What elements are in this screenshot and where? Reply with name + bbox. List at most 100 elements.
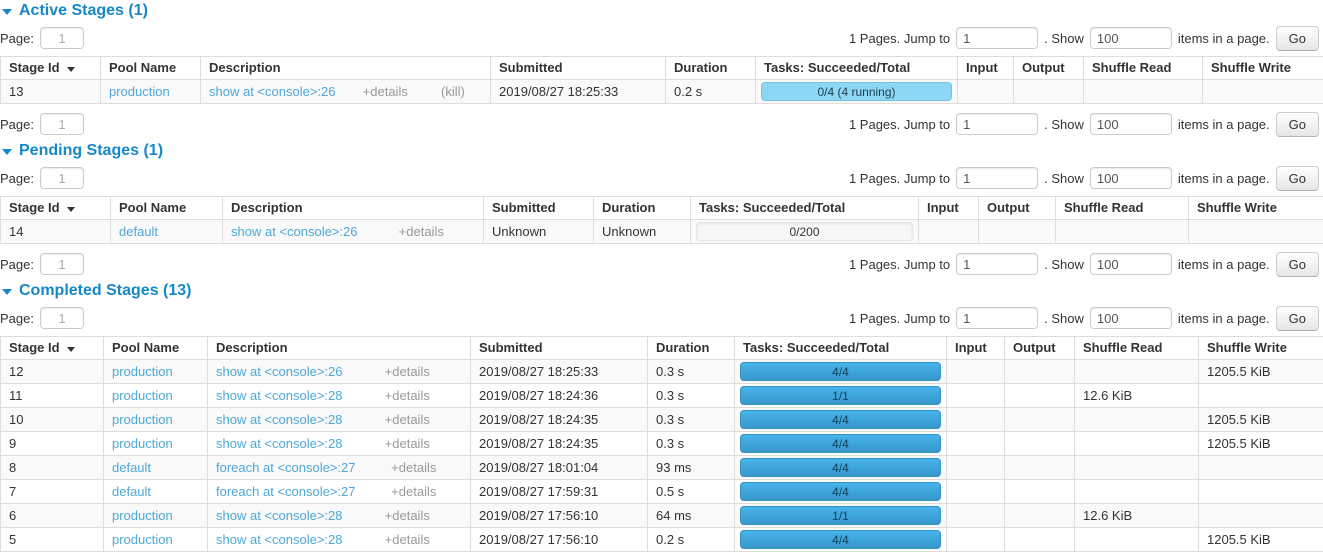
shuffle-read-cell bbox=[1075, 360, 1199, 384]
column-header-tasks[interactable]: Tasks: Succeeded/Total bbox=[735, 337, 947, 360]
description-cell: show at <console>:28 +details bbox=[208, 384, 471, 408]
shuffle-write-cell bbox=[1199, 504, 1323, 528]
details-toggle-link[interactable]: +details bbox=[391, 485, 462, 499]
column-header-stage_id[interactable]: Stage Id bbox=[1, 57, 101, 80]
go-button[interactable]: Go bbox=[1276, 252, 1319, 277]
column-header-submitted[interactable]: Submitted bbox=[471, 337, 648, 360]
description-link[interactable]: show at <console>:28 bbox=[216, 389, 375, 403]
jump-to-page-input[interactable] bbox=[956, 253, 1038, 275]
details-toggle-link[interactable]: +details bbox=[385, 533, 462, 547]
kill-link[interactable]: (kill) bbox=[441, 85, 482, 99]
tasks-progress-cell: 4/4 bbox=[735, 408, 947, 432]
column-header-stage_id[interactable]: Stage Id bbox=[1, 337, 104, 360]
go-button[interactable]: Go bbox=[1276, 166, 1319, 191]
description-link[interactable]: show at <console>:26 bbox=[231, 225, 389, 239]
section-title-active[interactable]: Active Stages (1) bbox=[2, 2, 1323, 19]
description-link[interactable]: show at <console>:28 bbox=[216, 533, 375, 547]
column-header-input[interactable]: Input bbox=[958, 57, 1014, 80]
pool-name-link[interactable]: default bbox=[112, 484, 151, 499]
jump-to-page-input[interactable] bbox=[956, 113, 1038, 135]
description-link[interactable]: show at <console>:28 bbox=[216, 413, 375, 427]
column-header-description[interactable]: Description bbox=[208, 337, 471, 360]
jump-to-page-input[interactable] bbox=[956, 27, 1038, 49]
items-per-page-input[interactable] bbox=[1090, 307, 1172, 329]
column-header-duration[interactable]: Duration bbox=[594, 197, 691, 220]
details-toggle-link[interactable]: +details bbox=[385, 389, 462, 403]
column-header-shuffle_write[interactable]: Shuffle Write bbox=[1199, 337, 1323, 360]
section-title-completed[interactable]: Completed Stages (13) bbox=[2, 282, 1323, 299]
description-link[interactable]: show at <console>:28 bbox=[216, 437, 375, 451]
column-header-output[interactable]: Output bbox=[1005, 337, 1075, 360]
details-toggle-link[interactable]: +details bbox=[385, 437, 462, 451]
column-header-shuffle_read[interactable]: Shuffle Read bbox=[1075, 337, 1199, 360]
column-header-shuffle_read[interactable]: Shuffle Read bbox=[1056, 197, 1189, 220]
jump-to-page-input[interactable] bbox=[956, 167, 1038, 189]
pool-name-link[interactable]: production bbox=[112, 532, 173, 547]
details-toggle-link[interactable]: +details bbox=[391, 461, 462, 475]
column-header-pool[interactable]: Pool Name bbox=[111, 197, 223, 220]
duration-cell: 0.3 s bbox=[648, 384, 735, 408]
column-header-tasks[interactable]: Tasks: Succeeded/Total bbox=[691, 197, 919, 220]
column-header-duration[interactable]: Duration bbox=[666, 57, 756, 80]
column-header-shuffle_write[interactable]: Shuffle Write bbox=[1189, 197, 1323, 220]
pool-name-link[interactable]: production bbox=[112, 508, 173, 523]
pool-name-link[interactable]: production bbox=[112, 436, 173, 451]
column-header-submitted[interactable]: Submitted bbox=[491, 57, 666, 80]
column-header-submitted[interactable]: Submitted bbox=[484, 197, 594, 220]
output-cell bbox=[979, 220, 1056, 244]
tasks-progress-label: 1/1 bbox=[832, 389, 849, 403]
description-link[interactable]: show at <console>:26 bbox=[216, 365, 375, 379]
column-header-input[interactable]: Input bbox=[947, 337, 1005, 360]
stage-row: 6productionshow at <console>:28+details2… bbox=[1, 504, 1323, 528]
column-header-stage_id[interactable]: Stage Id bbox=[1, 197, 111, 220]
pool-name-link[interactable]: default bbox=[119, 224, 158, 239]
section-title-pending[interactable]: Pending Stages (1) bbox=[2, 142, 1323, 159]
details-toggle-link[interactable]: +details bbox=[385, 413, 462, 427]
items-per-page-input[interactable] bbox=[1090, 27, 1172, 49]
go-button[interactable]: Go bbox=[1276, 306, 1319, 331]
tasks-progress-bar: 0/4 (4 running) bbox=[761, 82, 952, 101]
input-cell bbox=[919, 220, 979, 244]
column-header-shuffle_write[interactable]: Shuffle Write bbox=[1203, 57, 1323, 80]
description-link[interactable]: foreach at <console>:27 bbox=[216, 461, 381, 475]
items-per-page-input[interactable] bbox=[1090, 253, 1172, 275]
page-number-input[interactable] bbox=[40, 167, 84, 189]
items-per-page-input[interactable] bbox=[1090, 167, 1172, 189]
column-header-output[interactable]: Output bbox=[1014, 57, 1084, 80]
pool-name-link[interactable]: production bbox=[112, 388, 173, 403]
pool-name-link[interactable]: default bbox=[112, 460, 151, 475]
column-header-shuffle_read[interactable]: Shuffle Read bbox=[1084, 57, 1203, 80]
items-per-page-input[interactable] bbox=[1090, 113, 1172, 135]
show-label: . Show bbox=[1044, 31, 1084, 46]
details-toggle-link[interactable]: +details bbox=[385, 509, 462, 523]
page-number-input[interactable] bbox=[40, 253, 84, 275]
description-link[interactable]: show at <console>:28 bbox=[216, 509, 375, 523]
details-toggle-link[interactable]: +details bbox=[363, 85, 425, 99]
pool-name-link[interactable]: production bbox=[109, 84, 170, 99]
stage-row: 13productionshow at <console>:26+details… bbox=[1, 80, 1323, 104]
pool-name-link[interactable]: production bbox=[112, 412, 173, 427]
column-header-input[interactable]: Input bbox=[919, 197, 979, 220]
column-header-description[interactable]: Description bbox=[223, 197, 484, 220]
column-header-pool[interactable]: Pool Name bbox=[104, 337, 208, 360]
column-header-description[interactable]: Description bbox=[201, 57, 491, 80]
jump-to-page-input[interactable] bbox=[956, 307, 1038, 329]
page-number-input[interactable] bbox=[40, 307, 84, 329]
active-stages-table: Stage IdPool NameDescriptionSubmittedDur… bbox=[0, 56, 1323, 104]
description-link[interactable]: foreach at <console>:27 bbox=[216, 485, 381, 499]
column-header-output[interactable]: Output bbox=[979, 197, 1056, 220]
go-button[interactable]: Go bbox=[1276, 112, 1319, 137]
page-number-input[interactable] bbox=[40, 27, 84, 49]
shuffle-read-cell bbox=[1084, 80, 1203, 104]
page-number-input[interactable] bbox=[40, 113, 84, 135]
pool-name-link[interactable]: production bbox=[112, 364, 173, 379]
shuffle-write-cell: 1205.5 KiB bbox=[1199, 360, 1323, 384]
details-toggle-link[interactable]: +details bbox=[399, 225, 475, 239]
column-header-duration[interactable]: Duration bbox=[648, 337, 735, 360]
column-header-tasks[interactable]: Tasks: Succeeded/Total bbox=[756, 57, 958, 80]
details-toggle-link[interactable]: +details bbox=[385, 365, 462, 379]
description-link[interactable]: show at <console>:26 bbox=[209, 85, 353, 99]
tasks-progress-label: 4/4 bbox=[832, 365, 849, 379]
column-header-pool[interactable]: Pool Name bbox=[101, 57, 201, 80]
go-button[interactable]: Go bbox=[1276, 26, 1319, 51]
